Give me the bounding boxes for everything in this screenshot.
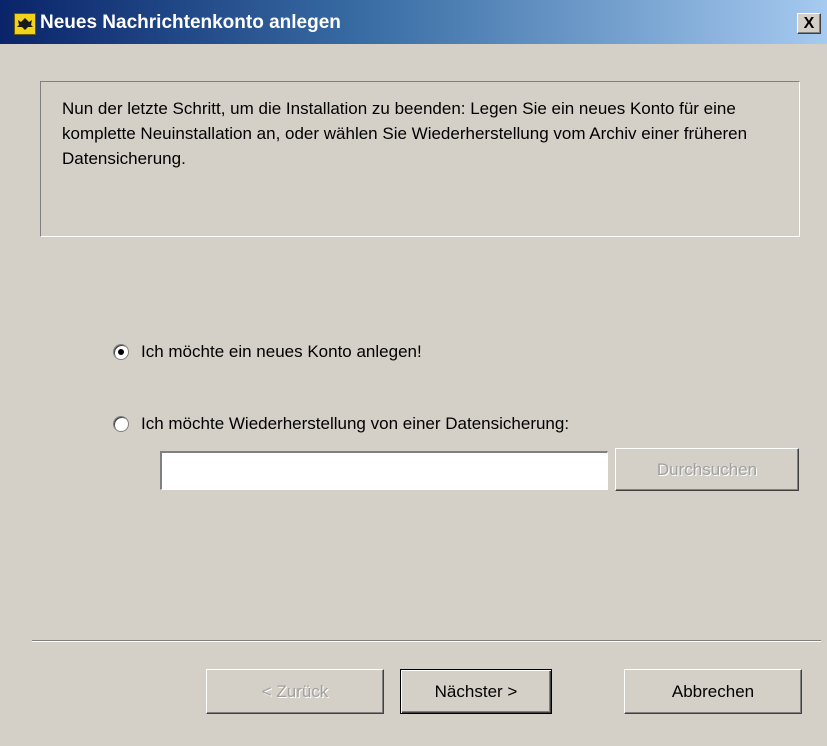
radio-new-account-label[interactable]: Ich möchte ein neues Konto anlegen!: [141, 342, 422, 362]
radio-restore-indicator[interactable]: [113, 416, 129, 432]
back-button[interactable]: < Zurück: [206, 669, 384, 714]
backup-path-input[interactable]: [160, 451, 608, 490]
radio-new-account[interactable]: Ich möchte ein neues Konto anlegen!: [113, 342, 422, 362]
browse-button[interactable]: Durchsuchen: [615, 448, 799, 491]
window-title: Neues Nachrichtenkonto anlegen: [40, 12, 341, 33]
separator: [32, 640, 821, 642]
next-button[interactable]: Nächster >: [400, 669, 552, 714]
info-text: Nun der letzte Schritt, um die Installat…: [62, 99, 748, 168]
radio-restore[interactable]: Ich möchte Wiederherstellung von einer D…: [113, 414, 569, 434]
title-bar[interactable]: Neues Nachrichtenkonto anlegen X: [0, 0, 827, 44]
close-button[interactable]: X: [797, 13, 821, 34]
radio-new-account-indicator[interactable]: [113, 344, 129, 360]
info-panel: Nun der letzte Schritt, um die Installat…: [40, 81, 800, 237]
radio-restore-label[interactable]: Ich möchte Wiederherstellung von einer D…: [141, 414, 569, 434]
app-icon: [14, 13, 36, 35]
cancel-button[interactable]: Abbrechen: [624, 669, 802, 714]
